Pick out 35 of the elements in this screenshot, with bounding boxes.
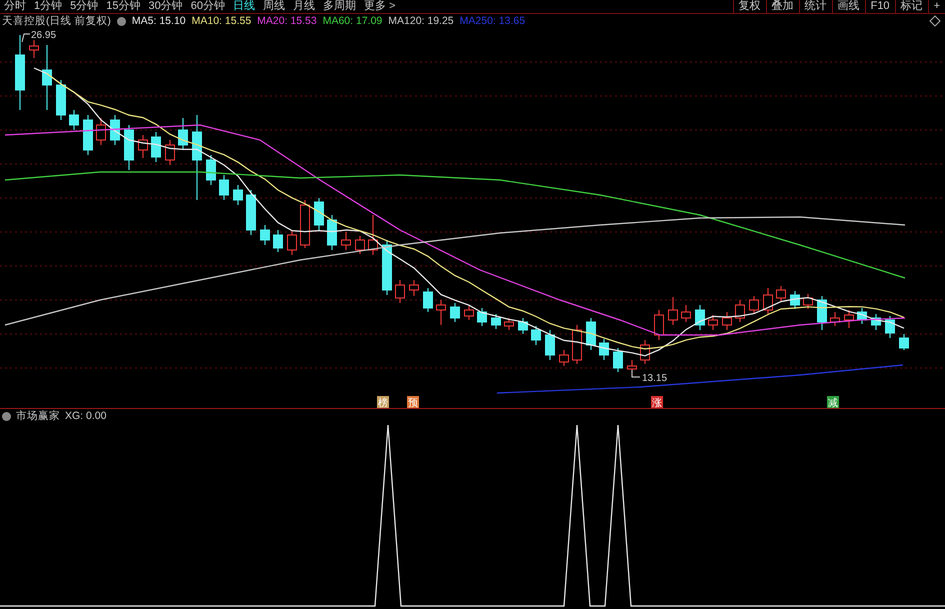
toolbar-button[interactable]: + xyxy=(928,0,945,13)
moving-average-value: MA10: 15.55 xyxy=(192,15,252,27)
period-tab[interactable]: 15分钟 xyxy=(102,0,144,13)
signal-label: 涨 xyxy=(652,398,662,409)
moving-average-value: MA5: 15.10 xyxy=(132,15,186,27)
toolbar-button[interactable]: 统计 xyxy=(798,0,832,13)
toolbar-button[interactable]: 叠加 xyxy=(766,0,799,13)
period-tab[interactable]: 月线 xyxy=(289,0,319,13)
toolbar-button[interactable]: 复权 xyxy=(732,0,766,13)
period-tab[interactable]: 多周期 xyxy=(319,0,360,13)
period-tab[interactable]: 5分钟 xyxy=(66,0,102,13)
signal-label: 预 xyxy=(408,398,418,409)
toolbar-button[interactable]: F10 xyxy=(864,0,895,13)
moving-average-value: MA60: 17.09 xyxy=(322,15,382,27)
signal-label: 榜 xyxy=(378,398,388,409)
moving-average-value: MA120: 19.25 xyxy=(388,15,454,27)
indicator-value: XG: 0.00 xyxy=(65,410,106,422)
period-tab[interactable]: 30分钟 xyxy=(144,0,187,13)
stock-title: 天喜控股(日线 前复权) xyxy=(2,14,111,28)
leader-line xyxy=(22,34,30,42)
period-tab[interactable]: 1分钟 xyxy=(30,0,66,13)
period-tab[interactable]: 更多 > xyxy=(360,0,400,13)
indicator-name: 市场赢家 xyxy=(16,409,60,423)
toolbar-button[interactable]: 画线 xyxy=(832,0,865,13)
signal-label: 减 xyxy=(828,398,838,409)
period-tab[interactable]: 周线 xyxy=(259,0,289,13)
period-tab[interactable]: 分时 xyxy=(0,0,30,13)
high-price-label: 26.95 xyxy=(31,30,56,41)
toolbar-button[interactable]: 标记 xyxy=(894,0,928,13)
moving-average-value: MA20: 15.53 xyxy=(257,15,317,27)
period-tab[interactable]: 60分钟 xyxy=(186,0,229,13)
low-price-label: 13.15 xyxy=(642,373,668,384)
period-tab[interactable]: 日线 xyxy=(229,0,259,13)
leader-line xyxy=(632,370,640,378)
moving-average-value: MA250: 13.65 xyxy=(460,15,526,27)
